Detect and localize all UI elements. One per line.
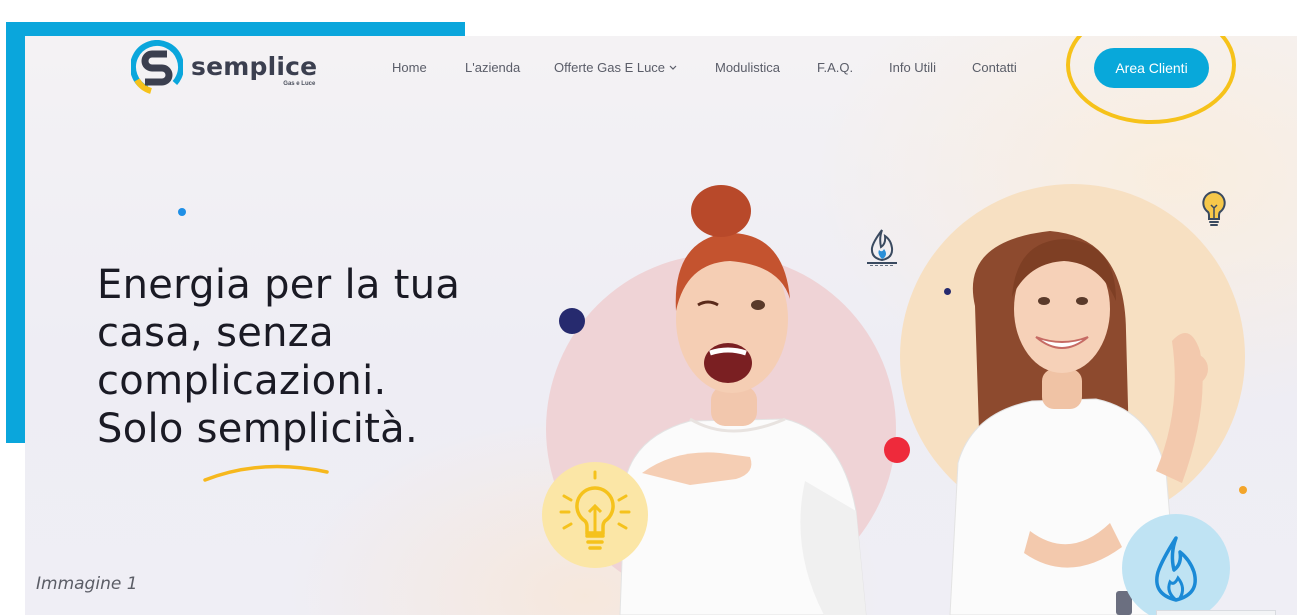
flame-badge	[1122, 514, 1230, 615]
highlight-ring	[1066, 36, 1236, 124]
nav-item-contatti[interactable]: Contatti	[972, 60, 1017, 75]
corner-widget	[1156, 610, 1276, 615]
light-bulb-small-icon	[1202, 190, 1226, 226]
nav-item-modulistica[interactable]: Modulistica	[715, 60, 780, 75]
website-page: semplice Gas e Luce Home L'azienda Offer…	[25, 36, 1297, 615]
hero-title-line-2: casa, senza	[97, 310, 334, 356]
image-caption: Immagine 1	[36, 574, 138, 594]
decorative-dot-orange	[1239, 486, 1247, 494]
site-logo[interactable]: semplice Gas e Luce	[131, 39, 317, 95]
nav-item-azienda[interactable]: L'azienda	[465, 60, 520, 75]
hero-title-line-4: Solo semplicità.	[97, 406, 419, 452]
hero-title-line-1: Energia per la tua	[97, 262, 461, 308]
headline-underline-swoosh	[203, 464, 329, 482]
chevron-down-icon	[669, 65, 677, 70]
gas-flame-icon	[1155, 536, 1197, 602]
nav-item-faq[interactable]: F.A.Q.	[817, 60, 853, 75]
hero-title: Energia per la tua casa, senza complicaz…	[97, 261, 517, 453]
semplice-s-logo-icon	[131, 40, 183, 94]
bulb-badge	[542, 462, 648, 568]
logo-wordmark: semplice	[191, 52, 318, 81]
decorative-dot-red	[884, 437, 910, 463]
gas-flame-stove-icon	[867, 229, 897, 266]
nav-item-offerte-label: Offerte Gas E Luce	[554, 60, 666, 75]
light-bulb-icon	[559, 470, 631, 550]
logo-tagline: Gas e Luce	[283, 81, 316, 87]
hero-title-line-3: complicazioni.	[97, 358, 387, 404]
decorative-dot	[178, 208, 186, 216]
nav-item-offerte[interactable]: Offerte Gas E Luce	[554, 60, 677, 75]
nav-item-info-utili[interactable]: Info Utili	[889, 60, 936, 75]
nav-item-home[interactable]: Home	[392, 60, 427, 75]
